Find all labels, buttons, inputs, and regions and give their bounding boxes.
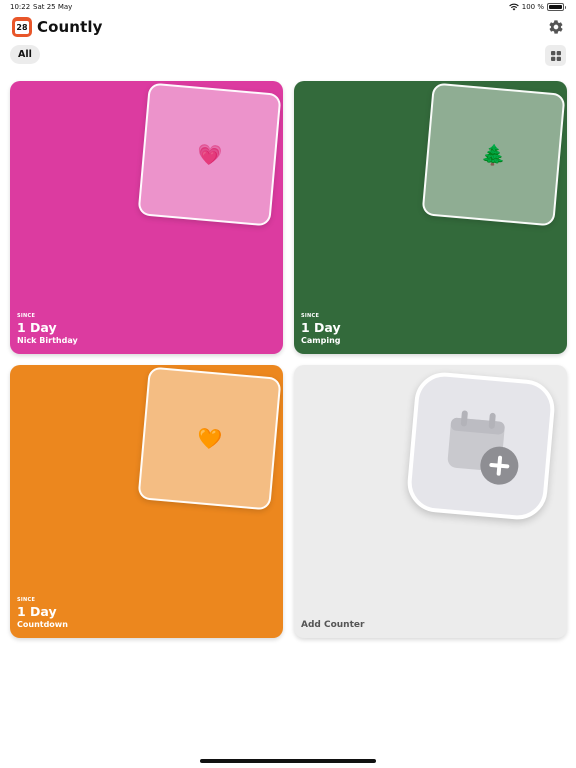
- counter-info: SINCE 1 Day Countdown: [17, 597, 68, 629]
- counter-count: 1 Day: [301, 320, 341, 335]
- status-bar: 10:22 Sat 25 May 100 %: [0, 0, 576, 14]
- counter-name: Camping: [301, 336, 341, 345]
- counter-name: Nick Birthday: [17, 336, 78, 345]
- counter-since-label: SINCE: [301, 313, 320, 319]
- orange-heart-emoji-icon: 🧡: [196, 425, 223, 452]
- filter-all-pill[interactable]: All: [10, 45, 40, 64]
- wifi-icon: [508, 3, 519, 11]
- settings-button[interactable]: [548, 19, 564, 35]
- add-counter-label: Add Counter: [301, 620, 365, 630]
- grid-icon: [550, 50, 561, 61]
- status-time: 10:22: [10, 3, 31, 11]
- calendar-plus-icon: [447, 410, 519, 485]
- app-logo-number: 28: [15, 21, 29, 34]
- status-date: Sat 25 May: [33, 3, 73, 11]
- heart-emoji-icon: 💗: [196, 141, 223, 168]
- app-title: Countly: [37, 18, 103, 36]
- counter-since-label: SINCE: [17, 313, 36, 319]
- counter-photo: 🧡: [137, 366, 282, 511]
- status-right: 100 %: [508, 3, 566, 11]
- counter-info: SINCE 1 Day Camping: [301, 313, 341, 345]
- home-indicator[interactable]: [200, 759, 376, 763]
- app-header: 28 Countly: [12, 17, 102, 37]
- counter-since-label: SINCE: [17, 597, 36, 603]
- counter-photo: 🌲: [421, 82, 566, 227]
- gear-icon: [549, 20, 563, 34]
- app-logo-icon: 28: [12, 17, 32, 37]
- counter-card[interactable]: 🌲 SINCE 1 Day Camping: [294, 81, 567, 354]
- counter-count: 1 Day: [17, 320, 57, 335]
- battery-fill: [549, 5, 562, 9]
- tree-emoji-icon: 🌲: [480, 141, 507, 168]
- add-counter-card[interactable]: Add Counter: [294, 365, 567, 638]
- counter-info: SINCE 1 Day Nick Birthday: [17, 313, 78, 345]
- counter-card[interactable]: 🧡 SINCE 1 Day Countdown: [10, 365, 283, 638]
- counter-name: Countdown: [17, 620, 68, 629]
- add-counter-image: [405, 370, 557, 522]
- battery-percent: 100 %: [521, 3, 544, 11]
- layout-toggle-button[interactable]: [545, 45, 566, 66]
- counter-photo: 💗: [137, 82, 282, 227]
- battery-icon: [547, 3, 566, 11]
- counter-count: 1 Day: [17, 604, 57, 619]
- counter-card[interactable]: 💗 SINCE 1 Day Nick Birthday: [10, 81, 283, 354]
